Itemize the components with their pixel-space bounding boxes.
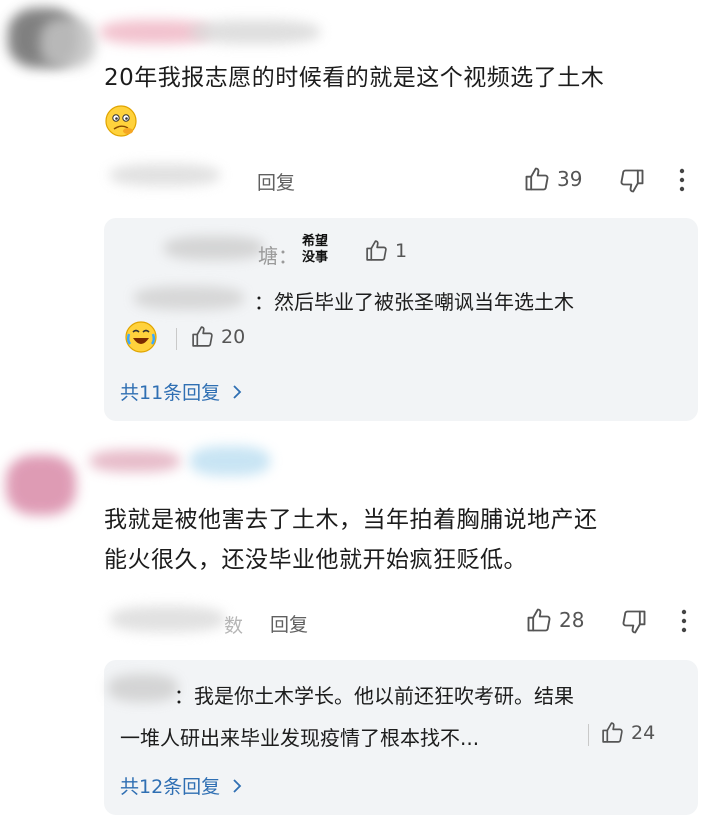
divider — [176, 328, 177, 350]
reply-like-button[interactable]: 1 — [364, 238, 407, 263]
dislike-button[interactable] — [620, 608, 648, 636]
view-more-replies-label: 共12条回复 — [120, 776, 221, 798]
chevron-right-icon — [233, 778, 242, 793]
like-button[interactable]: 28 — [525, 606, 584, 634]
reply-like-button[interactable]: 20 — [190, 324, 245, 349]
view-more-replies-link[interactable]: 共12条回复 — [120, 772, 246, 799]
avatar[interactable] — [0, 0, 110, 85]
like-count: 39 — [557, 167, 583, 191]
reply-username-blur — [134, 278, 254, 318]
thumbs-down-icon — [620, 169, 644, 193]
sticker-hope-nothing: 希望没事 — [302, 234, 329, 265]
reply-text: ：然后毕业了被张圣嘲讽当年选土木 — [254, 290, 574, 314]
view-more-replies-label: 共11条回复 — [120, 382, 221, 404]
reply-like-count: 20 — [221, 325, 246, 348]
comment-meta-username-blur — [110, 600, 240, 640]
reply-like-button[interactable]: 24 — [600, 720, 655, 745]
reply-text-line1: ：我是你土木学长。他以前还狂吹考研。结果 — [174, 684, 574, 708]
reply-like-count: 24 — [631, 721, 656, 744]
like-count: 28 — [559, 608, 585, 632]
reply-text-line2: 一堆人研出来毕业发现疫情了根本找不... — [120, 726, 480, 750]
comment-meta-username-blur — [110, 160, 230, 190]
thumbs-up-icon — [525, 167, 549, 191]
chevron-right-icon — [233, 384, 242, 399]
meta-user-tail: 数 — [224, 615, 244, 637]
laughing-crying-face-emoji — [125, 321, 157, 353]
username[interactable] — [100, 12, 330, 52]
thumbs-up-icon — [192, 326, 213, 347]
comment-text: 20年我报志愿的时候看的就是这个视频选了土木 — [104, 65, 605, 91]
comment-text-line1: 我就是被他害去了土木，当年拍着胸脯说地产还 — [104, 507, 598, 533]
dislike-button[interactable] — [618, 167, 646, 195]
reply-button[interactable]: 回复 — [257, 168, 295, 195]
comment-text-line2: 能火很久，还没毕业他就开始疯狂贬低。 — [104, 547, 527, 573]
replies-panel: 塘： 希望没事 1 ：然后毕业了被张圣嘲讽当年选土木 20 共11条回复 — [104, 218, 698, 421]
more-options-icon[interactable] — [678, 608, 690, 634]
replies-panel: ：我是你土木学长。他以前还狂吹考研。结果 一堆人研出来毕业发现疫情了根本找不..… — [104, 660, 698, 815]
view-more-replies-link[interactable]: 共11条回复 — [120, 378, 246, 405]
username[interactable] — [90, 440, 290, 480]
reply-like-count: 1 — [395, 239, 408, 262]
like-button[interactable]: 39 — [523, 165, 582, 193]
divider — [588, 724, 589, 746]
reply-button[interactable]: 回复 — [270, 610, 308, 637]
more-options-icon[interactable] — [676, 167, 688, 193]
thumbs-up-icon — [527, 608, 551, 632]
reply-user-tail: 塘： — [258, 244, 298, 268]
avatar[interactable] — [0, 445, 90, 525]
thumbs-down-icon — [622, 610, 646, 634]
thumbs-up-icon — [366, 240, 387, 261]
thumbs-up-icon — [602, 722, 623, 743]
thinking-face-emoji — [105, 105, 137, 137]
reply-username-blur — [104, 668, 184, 708]
